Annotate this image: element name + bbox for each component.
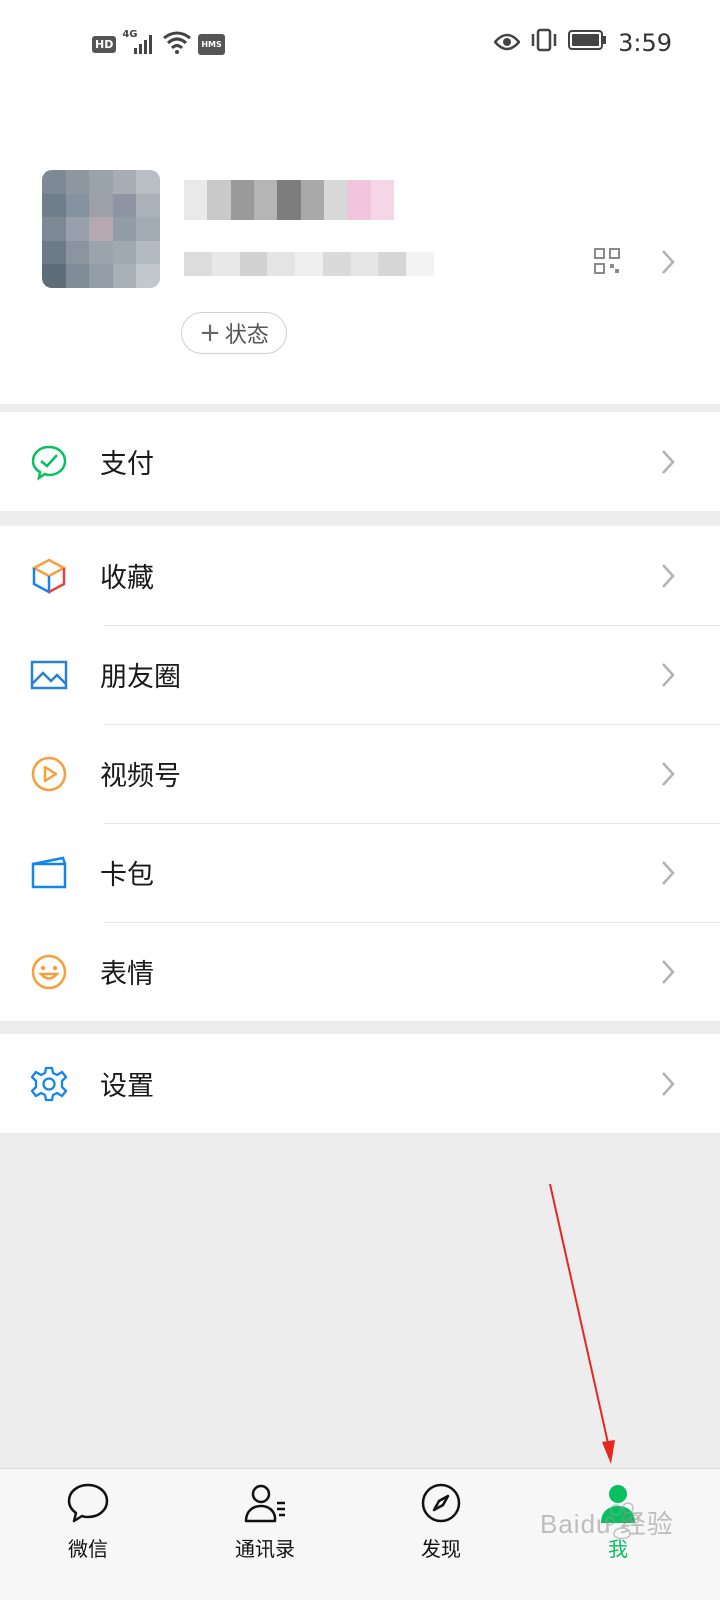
eye-icon <box>493 29 521 57</box>
menu-item-label: 表情 <box>100 959 154 990</box>
chat-bubble-icon <box>67 1483 109 1523</box>
menu-item-label: 视频号 <box>100 761 181 792</box>
tab-label: 通讯录 <box>235 1537 295 1561</box>
tab-label: 微信 <box>68 1537 108 1561</box>
tab-chats[interactable]: 微信 <box>28 1481 148 1591</box>
chevron-right-icon <box>662 449 675 474</box>
menu-item-card-wallet[interactable]: 卡包 <box>0 823 720 922</box>
hd-badge: HD <box>92 35 117 53</box>
cellular-4g-icon: 4G <box>122 29 156 55</box>
moments-image-icon <box>30 660 68 689</box>
card-wallet-icon <box>31 856 67 888</box>
nickname-redacted <box>184 180 394 220</box>
status-bar-left: HD 4G HMS <box>92 29 225 58</box>
compass-icon <box>421 1483 461 1523</box>
watermark-text: Baidu 经验 <box>540 1509 674 1539</box>
baidu-watermark: Baidu 经验 <box>540 1494 700 1558</box>
menu-item-favorites[interactable]: 收藏 <box>0 526 720 625</box>
chevron-right-icon <box>662 563 675 588</box>
tab-discover[interactable]: 发现 <box>381 1481 501 1591</box>
settings-gear-icon <box>30 1066 68 1101</box>
status-bar-right: 3:59 <box>493 28 672 58</box>
status-bar: HD 4G HMS 3:59 <box>0 0 720 86</box>
vibrate-icon <box>530 28 558 58</box>
channels-play-icon <box>31 756 67 791</box>
menu-item-moments[interactable]: 朋友圈 <box>0 625 720 724</box>
chevron-right-icon <box>662 662 675 687</box>
menu-item-label: 卡包 <box>100 860 154 891</box>
plus-icon: + <box>199 318 221 348</box>
menu-item-label: 朋友圈 <box>100 662 181 693</box>
chevron-right-icon <box>662 1071 675 1096</box>
status-button-label: 状态 <box>224 323 269 348</box>
menu-item-stickers[interactable]: 表情 <box>0 922 720 1021</box>
avatar[interactable] <box>42 170 160 288</box>
chevron-right-icon <box>662 761 675 786</box>
profile-header[interactable]: + 状态 <box>0 86 720 404</box>
hms-badge: HMS <box>198 33 225 55</box>
battery-icon <box>568 29 608 57</box>
emoji-smile-icon <box>31 954 67 989</box>
wechat-id-redacted <box>184 252 435 276</box>
menu-item-label: 支付 <box>100 449 154 480</box>
tab-contacts[interactable]: 通讯录 <box>205 1481 325 1591</box>
contacts-icon <box>244 1484 285 1523</box>
chevron-right-icon <box>662 860 675 885</box>
qr-code-icon[interactable] <box>594 248 620 274</box>
menu-group-settings: 设置 <box>0 1034 720 1133</box>
add-status-button[interactable]: + 状态 <box>181 312 287 354</box>
status-time: 3:59 <box>618 29 672 57</box>
pay-icon <box>31 445 67 481</box>
menu-group-main: 收藏 朋友圈 视频号 卡包 表情 <box>0 526 720 1021</box>
chevron-right-icon <box>662 959 675 984</box>
annotation-arrow <box>549 1183 615 1464</box>
menu-item-pay[interactable]: 支付 <box>0 412 720 511</box>
favorites-cube-icon <box>31 558 67 594</box>
wifi-icon <box>162 30 192 58</box>
menu-item-channels[interactable]: 视频号 <box>0 724 720 823</box>
tab-label: 发现 <box>421 1537 461 1561</box>
menu-item-label: 设置 <box>100 1071 154 1102</box>
menu-group-pay: 支付 <box>0 412 720 511</box>
menu-item-settings[interactable]: 设置 <box>0 1034 720 1133</box>
chevron-right-icon[interactable] <box>658 248 678 276</box>
menu-item-label: 收藏 <box>100 563 154 594</box>
